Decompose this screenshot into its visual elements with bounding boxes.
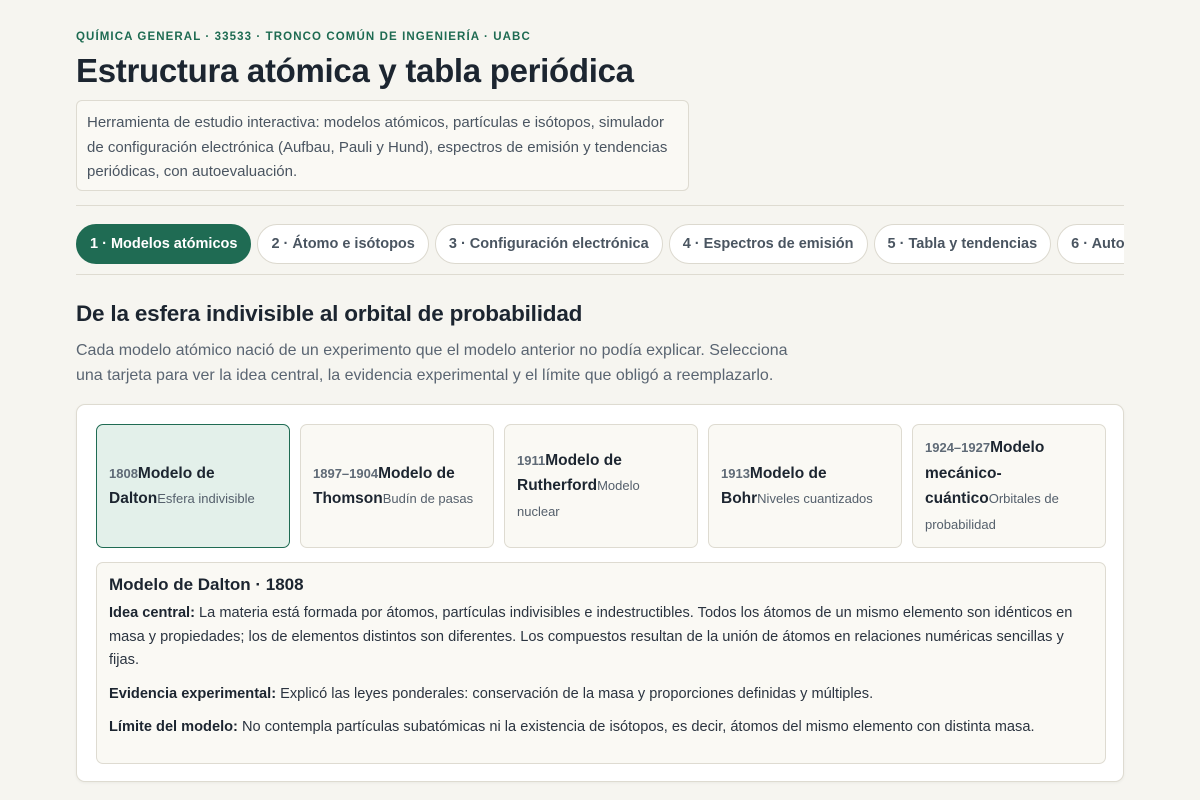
section-description: Cada modelo atómico nació de un experime… [76, 342, 788, 384]
model-card-dalton[interactable]: 1808Modelo de DaltonEsfera indivisible [96, 424, 290, 548]
model-card-thomson[interactable]: 1897–1904Modelo de ThomsonBudín de pasas [300, 424, 494, 548]
model-card-rutherford[interactable]: 1911Modelo de RutherfordModelo nuclear [504, 424, 698, 548]
model-card-mecanico-cuantico[interactable]: 1924–1927Modelo mecánico-cuánticoOrbital… [912, 424, 1106, 548]
divider-top [76, 205, 1124, 206]
page-title: Estructura atómica y tabla periódica [76, 52, 634, 89]
detail-idea-text: La materia está formada por átomos, part… [109, 605, 1073, 668]
section-title: De la esfera indivisible al orbital de p… [76, 301, 583, 326]
model-year: 1913 [721, 465, 750, 481]
tab-espectros-emision[interactable]: 4 · Espectros de emisión [668, 224, 868, 264]
detail-title: Modelo de Dalton · 1808 [109, 575, 304, 594]
detail-evidence-label: Evidencia experimental: [109, 685, 277, 702]
model-subtitle: Esfera indivisible [157, 491, 255, 506]
detail-limit: Límite del modelo: No contempla partícul… [109, 716, 1093, 740]
tab-modelos-atomicos[interactable]: 1 · Modelos atómicos [76, 224, 252, 264]
intro-box: Herramienta de estudio interactiva: mode… [76, 100, 689, 191]
detail-limit-text: No contempla partículas subatómicas ni l… [241, 719, 1035, 735]
course-eyebrow: QUÍMICA GENERAL · 33533 · TRONCO COMÚN D… [76, 31, 531, 43]
model-year: 1911 [517, 452, 546, 468]
divider-tabs [76, 274, 1124, 275]
detail-evidence: Evidencia experimental: Explicó las leye… [109, 683, 1093, 707]
tab-atomo-isotopos[interactable]: 2 · Átomo e isótopos [257, 224, 429, 264]
tab-tabla-tendencias[interactable]: 5 · Tabla y tendencias [873, 224, 1052, 264]
model-detail: Modelo de Dalton · 1808 Idea central: La… [96, 562, 1106, 764]
model-subtitle: Budín de pasas [382, 491, 474, 506]
model-card-bohr[interactable]: 1913Modelo de BohrNiveles cuantizados [708, 424, 902, 548]
detail-idea-label: Idea central: [109, 605, 195, 621]
tab-configuracion-electronica[interactable]: 3 · Configuración electrónica [434, 224, 663, 264]
detail-limit-label: Límite del modelo: [109, 719, 238, 735]
section-tabs: 1 · Modelos atómicos 2 · Átomo e isótopo… [76, 224, 1124, 264]
model-year: 1808 [109, 465, 138, 481]
models-panel: 1808Modelo de DaltonEsfera indivisible 1… [76, 404, 1124, 782]
detail-idea: Idea central: La materia está formada po… [109, 602, 1093, 673]
model-year: 1897–1904 [313, 465, 379, 481]
model-subtitle: Niveles cuantizados [757, 491, 873, 506]
detail-evidence-text: Explicó las leyes ponderales: conservaci… [280, 685, 874, 702]
page: QUÍMICA GENERAL · 33533 · TRONCO COMÚN D… [0, 0, 1200, 800]
model-year: 1924–1927 [925, 440, 991, 455]
model-cards: 1808Modelo de DaltonEsfera indivisible 1… [96, 424, 1106, 548]
tab-autoevaluacion[interactable]: 6 · Autoevaluación [1057, 224, 1124, 264]
